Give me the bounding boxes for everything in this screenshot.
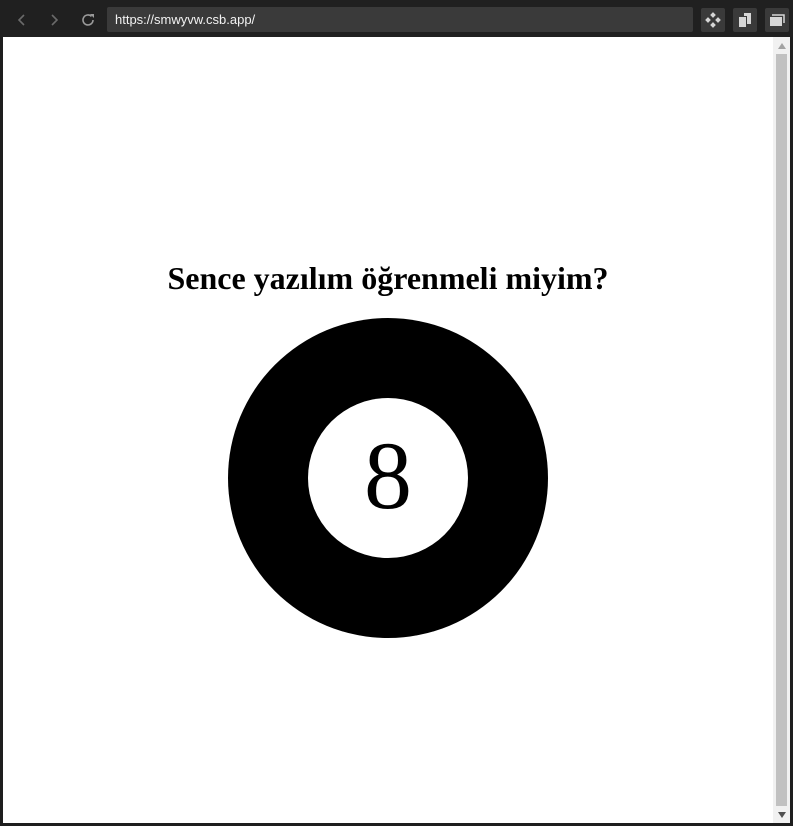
triangle-down-icon bbox=[777, 811, 786, 818]
scroll-down-button[interactable] bbox=[773, 806, 790, 823]
reload-icon bbox=[82, 14, 94, 26]
triangle-up-icon bbox=[777, 42, 786, 49]
eight-ball[interactable]: 8 bbox=[228, 318, 548, 638]
split-view-button[interactable] bbox=[733, 8, 757, 32]
address-bar-url: https://smwyvw.csb.app/ bbox=[115, 12, 256, 27]
page-title: Sence yazılım öğrenmeli miyim? bbox=[167, 260, 609, 296]
reload-button[interactable] bbox=[76, 8, 100, 32]
scroll-up-button[interactable] bbox=[773, 37, 790, 54]
browser-window: https://smwyvw.csb.app/ Sence yazılım öğ… bbox=[0, 0, 793, 826]
chevron-left-icon bbox=[17, 14, 25, 26]
eight-ball-number: 8 bbox=[364, 422, 412, 529]
vertical-scrollbar[interactable] bbox=[773, 37, 790, 823]
browser-toolbar: https://smwyvw.csb.app/ bbox=[0, 0, 793, 37]
page-viewport: Sence yazılım öğrenmeli miyim? 8 bbox=[3, 37, 790, 823]
scrollbar-thumb[interactable] bbox=[776, 54, 787, 806]
forward-button[interactable] bbox=[42, 8, 66, 32]
extension-button[interactable] bbox=[701, 8, 725, 32]
windows-icon bbox=[770, 14, 785, 26]
chevron-right-icon bbox=[51, 14, 59, 26]
address-bar[interactable]: https://smwyvw.csb.app/ bbox=[107, 7, 693, 32]
diamond-grid-icon bbox=[705, 12, 721, 28]
split-view-icon bbox=[739, 13, 751, 27]
windows-button[interactable] bbox=[765, 8, 789, 32]
back-button[interactable] bbox=[10, 8, 34, 32]
eight-ball-window: 8 bbox=[308, 398, 468, 558]
